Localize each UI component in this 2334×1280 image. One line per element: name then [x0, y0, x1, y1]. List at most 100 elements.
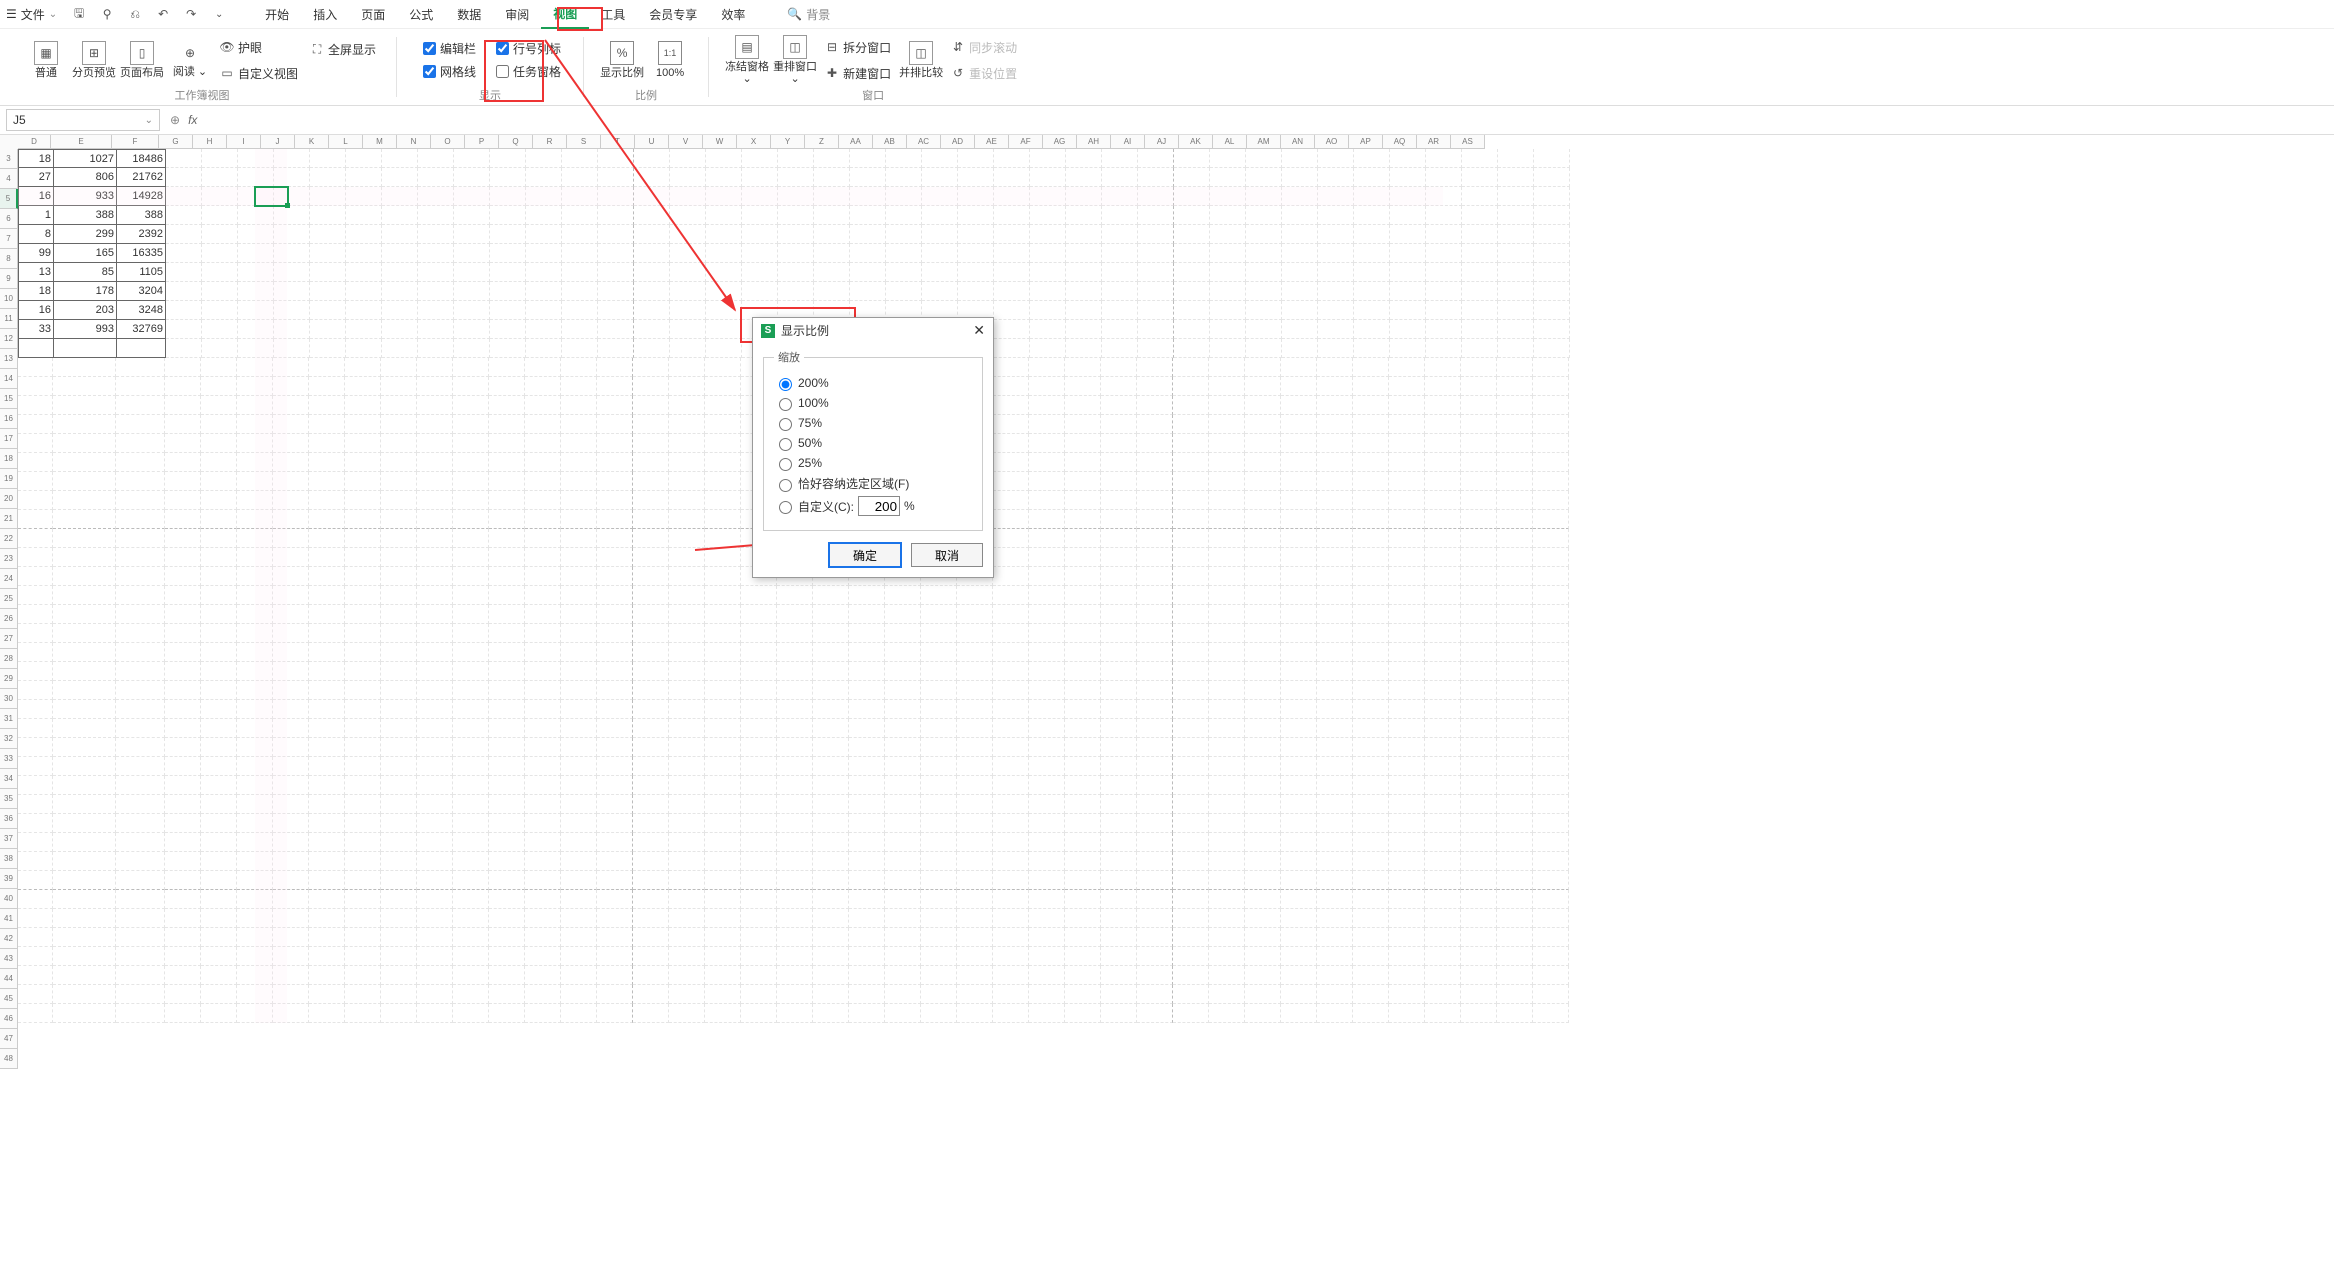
- cell[interactable]: [1533, 377, 1569, 396]
- redo-icon[interactable]: ↷: [183, 6, 199, 22]
- cell[interactable]: [669, 358, 705, 377]
- cell[interactable]: [1173, 510, 1209, 529]
- cell[interactable]: [1462, 244, 1498, 263]
- cell[interactable]: [1318, 339, 1354, 358]
- cell[interactable]: [202, 244, 238, 263]
- cell[interactable]: [1533, 624, 1569, 643]
- cell[interactable]: [705, 947, 741, 966]
- cell[interactable]: [201, 548, 237, 567]
- cell[interactable]: [1066, 320, 1102, 339]
- cell[interactable]: [166, 206, 202, 225]
- cell[interactable]: [849, 605, 885, 624]
- cell[interactable]: [1533, 985, 1569, 1004]
- cell[interactable]: [813, 1004, 849, 1023]
- cell[interactable]: [598, 320, 634, 339]
- cell[interactable]: [453, 909, 489, 928]
- cell[interactable]: [1462, 339, 1498, 358]
- cell[interactable]: [345, 472, 381, 491]
- cell[interactable]: [633, 586, 669, 605]
- col-header-AM[interactable]: AM: [1247, 135, 1281, 149]
- cell[interactable]: [1461, 890, 1497, 909]
- cell[interactable]: [921, 757, 957, 776]
- cell[interactable]: [1533, 700, 1569, 719]
- cell[interactable]: [381, 719, 417, 738]
- cell[interactable]: [346, 263, 382, 282]
- cell[interactable]: [1030, 244, 1066, 263]
- cell[interactable]: [706, 206, 742, 225]
- cell[interactable]: [18, 757, 53, 776]
- cell[interactable]: [1425, 719, 1461, 738]
- cell[interactable]: [1209, 814, 1245, 833]
- cell[interactable]: [777, 700, 813, 719]
- cell[interactable]: [670, 320, 706, 339]
- cell[interactable]: [669, 909, 705, 928]
- cell[interactable]: [705, 529, 741, 548]
- cell[interactable]: [1281, 396, 1317, 415]
- cell[interactable]: [1425, 624, 1461, 643]
- cell[interactable]: [778, 244, 814, 263]
- col-header-I[interactable]: I: [227, 135, 261, 149]
- cell[interactable]: [453, 662, 489, 681]
- cell[interactable]: [1318, 320, 1354, 339]
- cell[interactable]: [957, 947, 993, 966]
- cell[interactable]: [417, 909, 453, 928]
- cell[interactable]: [454, 263, 490, 282]
- cell[interactable]: [1065, 491, 1101, 510]
- cell[interactable]: [309, 643, 345, 662]
- cell[interactable]: [1282, 263, 1318, 282]
- cell[interactable]: [454, 339, 490, 358]
- cell[interactable]: [1462, 206, 1498, 225]
- cell[interactable]: [993, 833, 1029, 852]
- cell[interactable]: [525, 966, 561, 985]
- cell[interactable]: [309, 510, 345, 529]
- cell[interactable]: [1425, 795, 1461, 814]
- cell[interactable]: [921, 871, 957, 890]
- cell[interactable]: [381, 510, 417, 529]
- cell[interactable]: [525, 567, 561, 586]
- cell[interactable]: [1498, 301, 1534, 320]
- cell[interactable]: [417, 510, 453, 529]
- cell[interactable]: [993, 947, 1029, 966]
- cell[interactable]: [705, 719, 741, 738]
- cell[interactable]: [18, 624, 53, 643]
- cell[interactable]: [742, 244, 778, 263]
- cell[interactable]: [1497, 700, 1533, 719]
- cell[interactable]: [53, 624, 116, 643]
- cell[interactable]: [1534, 168, 1570, 187]
- cell[interactable]: [454, 282, 490, 301]
- cell[interactable]: [1209, 434, 1245, 453]
- save-icon[interactable]: 🖫: [71, 6, 87, 22]
- cell[interactable]: [1209, 548, 1245, 567]
- cell[interactable]: [1462, 149, 1498, 168]
- cell[interactable]: [1426, 225, 1462, 244]
- cell[interactable]: [1281, 738, 1317, 757]
- cell[interactable]: [273, 985, 309, 1004]
- cell[interactable]: [1534, 263, 1570, 282]
- cell[interactable]: [310, 301, 346, 320]
- cell[interactable]: [309, 453, 345, 472]
- cell[interactable]: [994, 244, 1030, 263]
- cell[interactable]: [1101, 662, 1137, 681]
- cell[interactable]: [957, 643, 993, 662]
- cell[interactable]: [705, 909, 741, 928]
- cell[interactable]: [116, 491, 165, 510]
- cell[interactable]: [705, 377, 741, 396]
- cell[interactable]: [1065, 719, 1101, 738]
- cell[interactable]: [1534, 320, 1570, 339]
- cell[interactable]: [381, 662, 417, 681]
- cell[interactable]: [53, 453, 116, 472]
- cell[interactable]: [885, 643, 921, 662]
- cell[interactable]: [1173, 529, 1209, 548]
- cell[interactable]: 1: [18, 206, 54, 225]
- cell[interactable]: [490, 225, 526, 244]
- cell[interactable]: [633, 852, 669, 871]
- cell[interactable]: [116, 624, 165, 643]
- cell[interactable]: [669, 605, 705, 624]
- cell[interactable]: [1065, 662, 1101, 681]
- cell[interactable]: 1027: [54, 149, 117, 168]
- cell[interactable]: [453, 605, 489, 624]
- cell[interactable]: [1101, 985, 1137, 1004]
- cell[interactable]: [849, 928, 885, 947]
- cell[interactable]: 16: [18, 301, 54, 320]
- cell[interactable]: [1030, 263, 1066, 282]
